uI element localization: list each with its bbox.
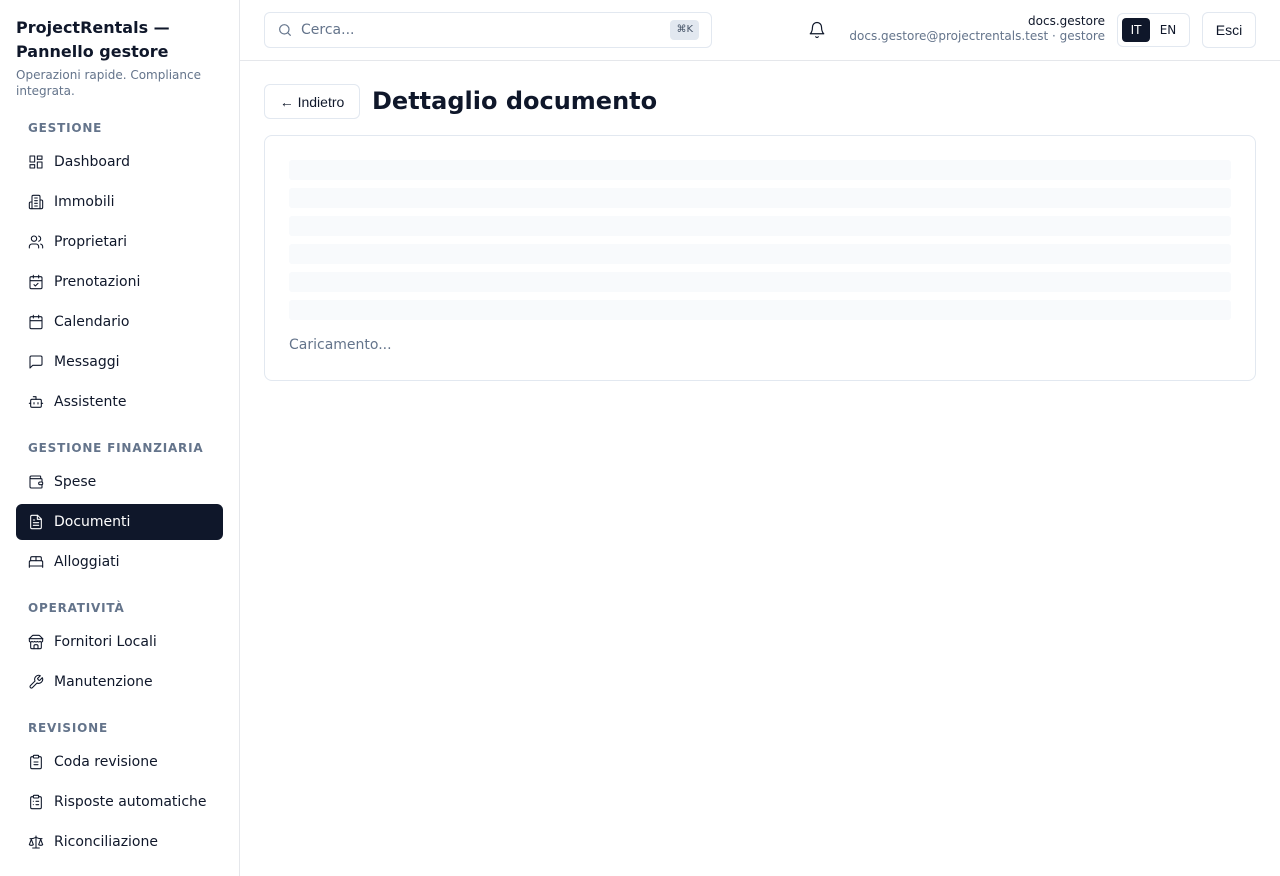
scale-icon [28,834,44,850]
bed-icon [28,554,44,570]
loading-text: Caricamento... [289,337,392,353]
sidebar-item-label: Fornitori Locali [54,634,157,650]
sidebar-item-immobili[interactable]: Immobili [16,184,223,220]
user-info: docs.gestore docs.gestore@projectrentals… [849,14,1105,44]
clipboard-icon [28,754,44,770]
user-name: docs.gestore [1028,14,1105,28]
skeleton-line [289,188,1231,208]
section-label-gestione-finanziaria: GESTIONE FINANZIARIA [28,441,204,455]
calendar-icon [28,314,44,330]
sidebar-item-dashboard[interactable]: Dashboard [16,144,223,180]
logout-button[interactable]: Esci [1202,12,1256,48]
section-label-operativita: OPERATIVITÀ [28,601,125,615]
back-button[interactable]: ← Indietro [264,84,360,119]
store-icon [28,634,44,650]
skeleton-line [289,272,1231,292]
section-label-revisione: REVISIONE [28,721,108,735]
sidebar-item-label: Manutenzione [54,674,153,690]
sidebar-item-label: Risposte automatiche [54,794,207,810]
bell-icon[interactable] [808,21,826,39]
wallet-icon [28,474,44,490]
sidebar-item-label: Alloggiati [54,554,120,570]
page-title: Dettaglio documento [372,87,658,115]
sidebar-item-label: Assistente [54,394,127,410]
sidebar-item-risposte-automatiche[interactable]: Risposte automatiche [16,784,223,820]
dashboard-icon [28,154,44,170]
document-icon [28,514,44,530]
search-shortcut-badge: ⌘K [670,20,699,40]
sidebar-item-label: Documenti [54,514,131,530]
lang-en-button[interactable]: EN [1154,18,1182,42]
sidebar-item-calendario[interactable]: Calendario [16,304,223,340]
language-switcher: IT EN [1117,13,1190,47]
brand-subtitle: Operazioni rapide. Compliance integrata. [16,68,201,98]
sidebar-item-label: Riconciliazione [54,834,158,850]
user-email: docs.gestore@projectrentals.test · gesto… [849,29,1105,43]
skeleton-line [289,160,1231,180]
search-box[interactable]: ⌘K [264,12,712,48]
message-icon [28,354,44,370]
sidebar-item-spese[interactable]: Spese [16,464,223,500]
sidebar-item-label: Spese [54,474,97,490]
brand-title: ProjectRentals — Pannello gestore [16,18,170,61]
bot-icon [28,394,44,410]
sidebar-item-messaggi[interactable]: Messaggi [16,344,223,380]
skeleton-line [289,300,1231,320]
sidebar-item-prenotazioni[interactable]: Prenotazioni [16,264,223,300]
skeleton-line [289,244,1231,264]
sidebar-item-proprietari[interactable]: Proprietari [16,224,223,260]
sidebar-item-label: Proprietari [54,234,128,250]
sidebar-item-label: Messaggi [54,354,120,370]
section-label-gestione: GESTIONE [28,121,103,135]
users-icon [28,234,44,250]
sidebar-item-label: Coda revisione [54,754,158,770]
sidebar-item-manutenzione[interactable]: Manutenzione [16,664,223,700]
sidebar-item-label: Prenotazioni [54,274,141,290]
clipboard-list-icon [28,794,44,810]
sidebar-item-documenti[interactable]: Documenti [16,504,223,540]
sidebar-item-riconciliazione[interactable]: Riconciliazione [16,824,223,860]
calendar-check-icon [28,274,44,290]
sidebar-item-alloggiati[interactable]: Alloggiati [16,544,223,580]
search-icon [277,22,293,38]
topbar: ⌘K docs.gestore docs.gestore@projectrent… [240,0,1280,61]
sidebar-item-label: Immobili [54,194,115,210]
search-input[interactable] [301,22,661,38]
sidebar-item-assistente[interactable]: Assistente [16,384,223,420]
skeleton-line [289,216,1231,236]
lang-it-button[interactable]: IT [1122,18,1150,42]
sidebar-item-label: Dashboard [54,154,130,170]
document-detail-card: Caricamento... [264,135,1256,381]
sidebar-item-label: Calendario [54,314,130,330]
sidebar-item-coda-revisione[interactable]: Coda revisione [16,744,223,780]
sidebar-item-fornitori-locali[interactable]: Fornitori Locali [16,624,223,660]
sidebar: ProjectRentals — Pannello gestore Operaz… [0,0,240,876]
building-icon [28,194,44,210]
brand: ProjectRentals — Pannello gestore Operaz… [16,16,226,99]
wrench-icon [28,674,44,690]
